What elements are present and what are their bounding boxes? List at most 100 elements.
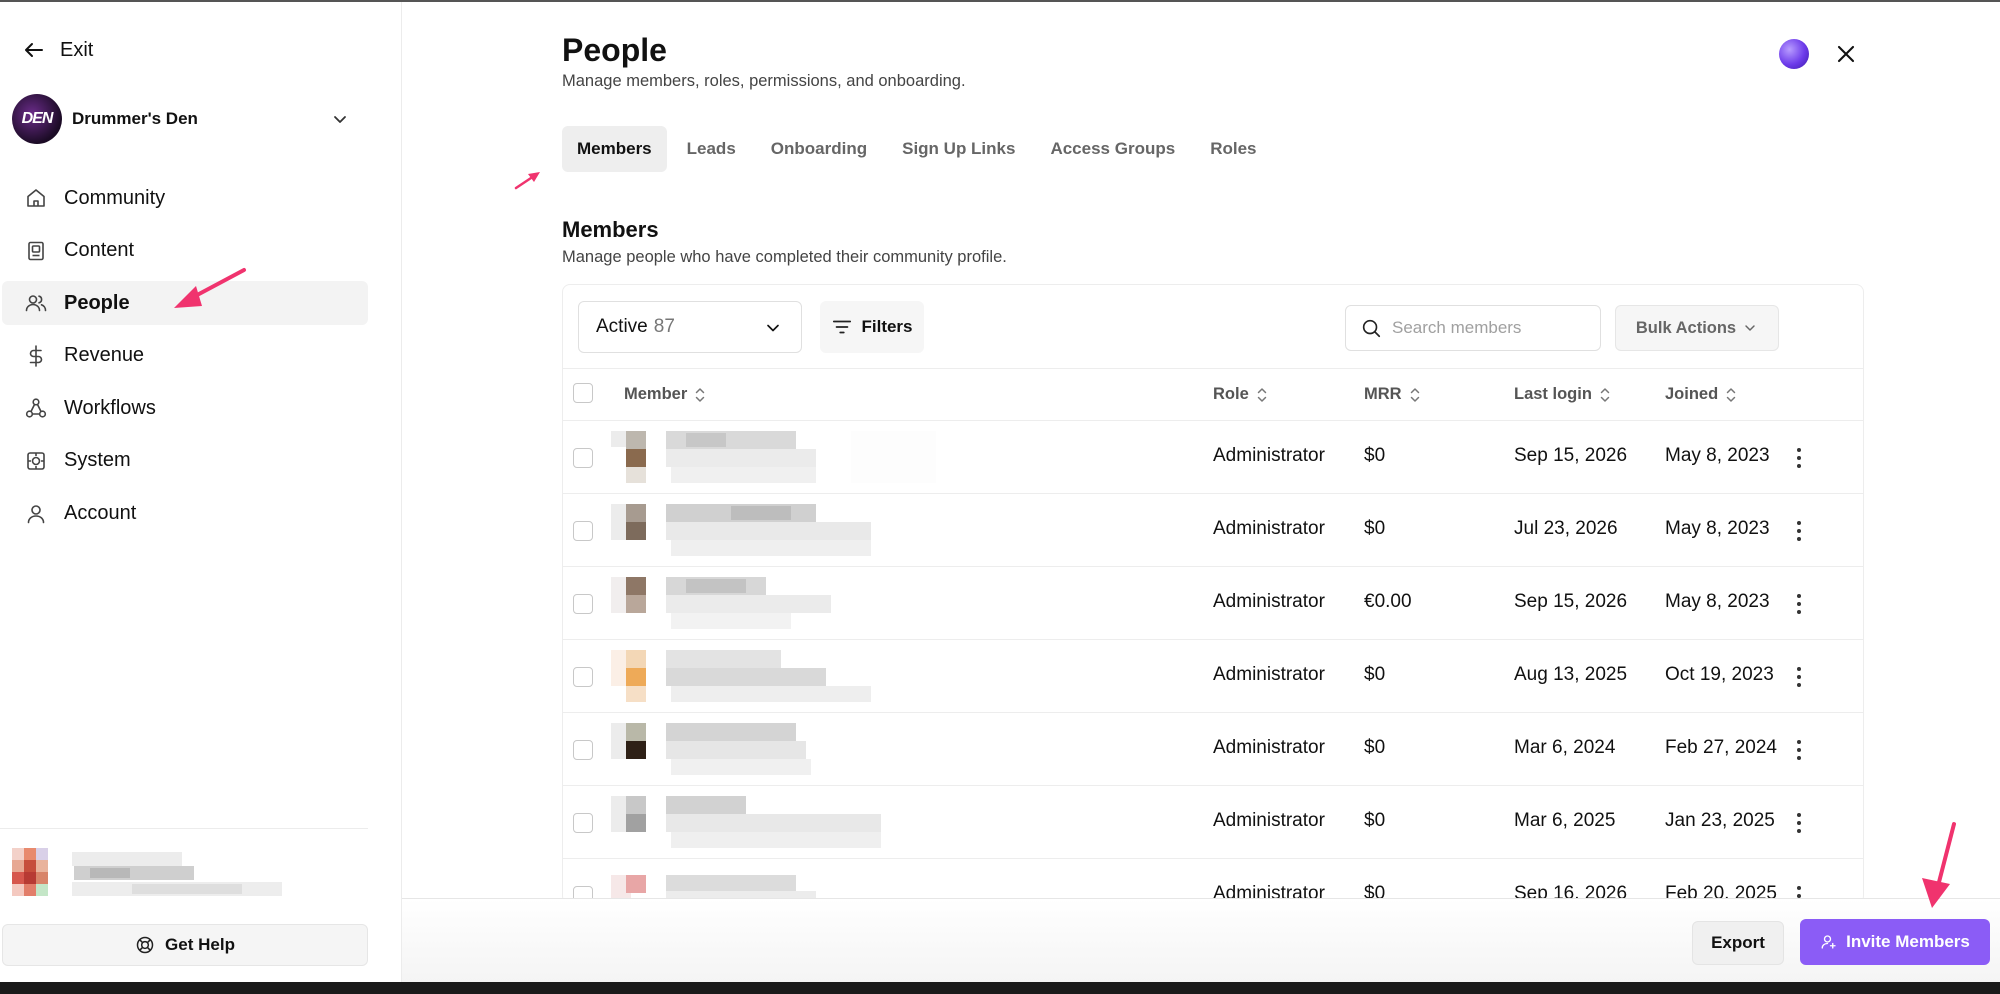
table-row[interactable]: Administrator $0 Jul 23, 2026 May 8, 202…	[563, 494, 1863, 567]
table-row[interactable]: Administrator $0 Mar 6, 2024 Feb 27, 202…	[563, 713, 1863, 786]
status-filter-select[interactable]: Active 87	[578, 301, 802, 353]
member-mrr: $0	[1364, 518, 1386, 539]
bulk-actions-button[interactable]: Bulk Actions	[1615, 305, 1779, 351]
section-subtitle: Manage people who have completed their c…	[562, 248, 1007, 266]
member-role: Administrator	[1213, 737, 1325, 758]
filters-button[interactable]: Filters	[820, 301, 924, 353]
sidebar-item-revenue[interactable]: Revenue	[2, 334, 368, 378]
exit-label: Exit	[60, 38, 94, 61]
member-joined: Jan 23, 2025	[1665, 810, 1775, 831]
member-last-login: Sep 15, 2026	[1514, 445, 1628, 466]
community-switcher[interactable]: DEN Drummer's Den	[12, 94, 352, 144]
assistant-orb-icon[interactable]	[1779, 39, 1809, 69]
section-title: Members	[562, 217, 659, 242]
tab-onboarding[interactable]: Onboarding	[756, 126, 882, 172]
member-last-login: Aug 13, 2025	[1514, 664, 1628, 685]
member-avatar-and-name-blurred	[611, 577, 831, 629]
column-label: Last login	[1514, 385, 1592, 403]
sidebar-item-content[interactable]: Content	[2, 229, 368, 273]
sidebar-item-workflows[interactable]: Workflows	[2, 386, 368, 430]
column-header-role[interactable]: Role	[1213, 385, 1269, 404]
member-last-login: Mar 6, 2025	[1514, 810, 1616, 831]
sort-icon	[696, 387, 705, 402]
more-vertical-icon[interactable]	[1785, 516, 1813, 546]
exit-button[interactable]: Exit	[22, 38, 93, 62]
row-checkbox[interactable]	[573, 813, 593, 833]
tab-access-groups[interactable]: Access Groups	[1035, 126, 1190, 172]
more-vertical-icon[interactable]	[1785, 443, 1813, 473]
bulk-actions-label: Bulk Actions	[1635, 318, 1737, 337]
table-row[interactable]: Administrator $0 Aug 13, 2025 Oct 19, 20…	[563, 640, 1863, 713]
table-toolbar: Active 87 Filters Bulk Actions	[563, 285, 1863, 369]
member-avatar-and-name-blurred	[611, 650, 871, 702]
tab-roles[interactable]: Roles	[1195, 126, 1271, 172]
column-header-mrr[interactable]: MRR	[1364, 385, 1422, 404]
more-vertical-icon[interactable]	[1785, 662, 1813, 692]
member-mrr: $0	[1364, 445, 1386, 466]
column-header-last-login[interactable]: Last login	[1514, 385, 1612, 404]
more-vertical-icon[interactable]	[1785, 808, 1813, 838]
row-checkbox[interactable]	[573, 740, 593, 760]
member-joined: May 8, 2023	[1665, 445, 1770, 466]
row-checkbox[interactable]	[573, 448, 593, 468]
sidebar-item-label: People	[64, 291, 130, 314]
select-all-checkbox[interactable]	[573, 383, 593, 403]
close-icon[interactable]	[1832, 40, 1860, 68]
table-header: Member Role MRR Last login Joined	[563, 369, 1863, 421]
workflow-icon	[25, 398, 47, 418]
member-mrr: $0	[1364, 664, 1386, 685]
column-header-member[interactable]: Member	[624, 385, 707, 404]
member-mrr: €0.00	[1364, 591, 1412, 612]
current-user-profile[interactable]	[12, 848, 282, 910]
row-checkbox[interactable]	[573, 521, 593, 541]
more-vertical-icon[interactable]	[1785, 735, 1813, 765]
get-help-label: Get Help	[165, 935, 235, 954]
column-label: Role	[1213, 385, 1249, 403]
user-icon	[27, 504, 45, 523]
tab-leads[interactable]: Leads	[672, 126, 751, 172]
page-subtitle: Manage members, roles, permissions, and …	[562, 72, 966, 90]
member-mrr: $0	[1364, 737, 1386, 758]
export-button[interactable]: Export	[1692, 921, 1784, 965]
search-input[interactable]	[1392, 318, 1582, 338]
chevron-down-icon	[334, 116, 346, 123]
sort-icon	[1410, 387, 1419, 402]
window-bottom-edge	[0, 982, 2000, 994]
member-role: Administrator	[1213, 591, 1325, 612]
filter-icon	[833, 320, 852, 334]
sidebar-item-people[interactable]: People	[2, 281, 368, 326]
chevron-down-icon	[1745, 325, 1755, 331]
get-help-button[interactable]: Get Help	[2, 924, 368, 966]
search-icon	[1362, 319, 1381, 338]
sidebar-item-community[interactable]: Community	[2, 176, 368, 220]
people-icon	[25, 295, 47, 312]
invite-members-button[interactable]: Invite Members	[1800, 919, 1990, 965]
table-row[interactable]: Administrator $0 Mar 6, 2025 Jan 23, 202…	[563, 786, 1863, 859]
gear-icon	[27, 452, 45, 470]
chevron-down-icon	[767, 324, 779, 332]
column-label: Joined	[1665, 385, 1719, 403]
table-row[interactable]: Administrator $0 Sep 15, 2026 May 8, 202…	[563, 421, 1863, 494]
lifebuoy-icon	[136, 936, 154, 954]
sidebar-item-system[interactable]: System	[2, 439, 368, 483]
sidebar-item-label: Revenue	[64, 344, 145, 367]
row-checkbox[interactable]	[573, 594, 593, 614]
table-row[interactable]: Administrator €0.00 Sep 15, 2026 May 8, …	[563, 567, 1863, 640]
member-last-login: Sep 15, 2026	[1514, 591, 1628, 612]
sidebar-divider	[0, 828, 368, 829]
column-header-joined[interactable]: Joined	[1665, 385, 1738, 404]
column-label: MRR	[1364, 385, 1402, 403]
sidebar-nav: Community Content People Revenue Workflo…	[2, 176, 368, 544]
member-last-login: Jul 23, 2026	[1514, 518, 1618, 539]
sort-icon	[1600, 387, 1610, 402]
more-vertical-icon[interactable]	[1785, 589, 1813, 619]
sort-icon	[1726, 387, 1736, 402]
row-checkbox[interactable]	[573, 667, 593, 687]
members-table-card: Active 87 Filters Bulk Actions Member	[562, 284, 1864, 904]
community-logo: DEN	[12, 94, 62, 144]
tab-members[interactable]: Members	[562, 126, 667, 172]
page-title: People	[562, 32, 667, 68]
tab-sign-up-links[interactable]: Sign Up Links	[887, 126, 1030, 172]
column-label: Member	[624, 385, 688, 403]
sidebar-item-account[interactable]: Account	[2, 492, 368, 536]
